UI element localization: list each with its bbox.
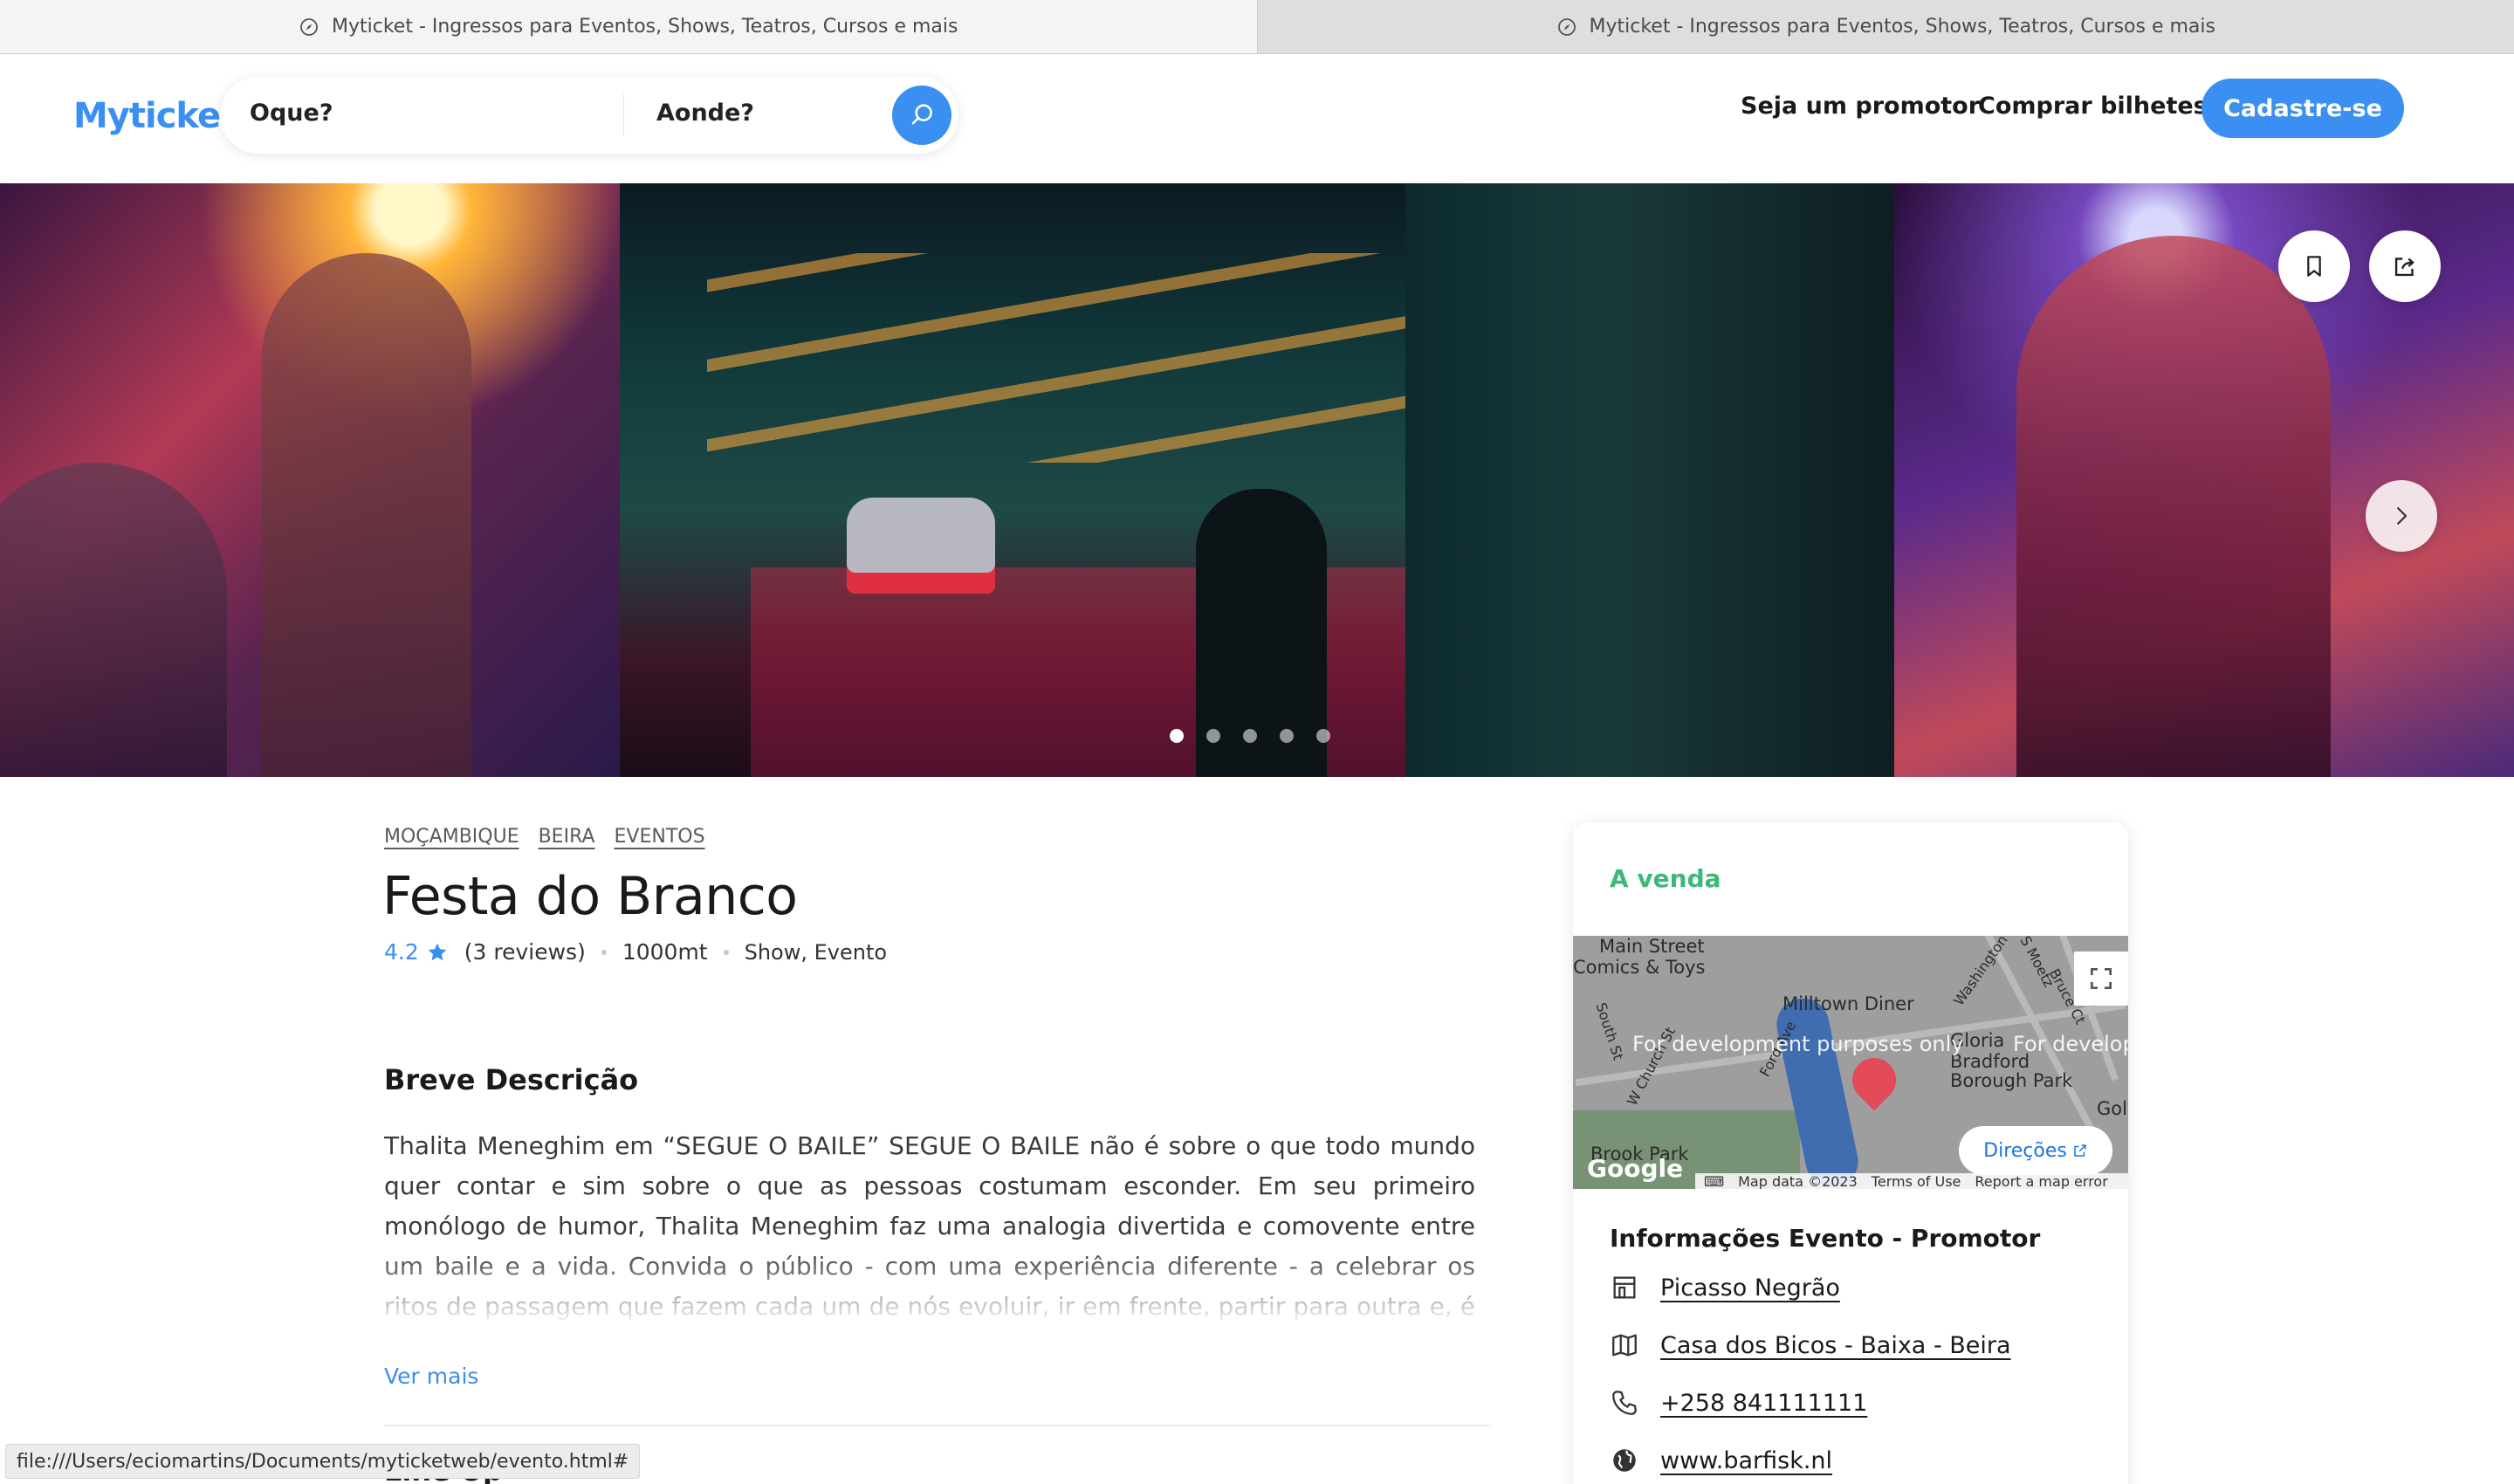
search-divider — [623, 94, 624, 136]
gallery-image-party-left — [0, 183, 620, 777]
directions-label: Direções — [1983, 1139, 2067, 1162]
map-icon — [1612, 1334, 1637, 1357]
map-label: Washington — [1950, 936, 2011, 1009]
string-lights — [707, 253, 1493, 463]
logo[interactable]: Myticket — [73, 96, 237, 136]
nav-promoter-link[interactable]: Seja um promotor — [1741, 93, 1980, 120]
event-price: 1000mt — [622, 939, 708, 965]
hero-gallery[interactable] — [0, 183, 2514, 777]
map-dev-notice: For development purposes only — [1632, 1032, 1964, 1056]
map-label: Borough Park — [1950, 1070, 2073, 1091]
shop-icon — [1613, 1276, 1636, 1299]
map-attribution: ⌨ Map data ©2023 Terms of Use Report a m… — [1695, 1173, 2128, 1189]
search-icon — [911, 104, 932, 125]
event-sidebar-card: A venda Main Street Comics & Toys Millto… — [1573, 822, 2128, 1484]
event-title: Festa do Branco — [382, 866, 798, 927]
read-more-link[interactable]: Ver mais — [384, 1364, 478, 1389]
breadcrumb-country[interactable]: MOÇAMBIQUE — [384, 826, 519, 848]
share-button[interactable] — [2369, 230, 2441, 302]
description-fade-overlay — [384, 1248, 1475, 1327]
globe-icon — [1613, 1449, 1636, 1472]
meta-separator — [723, 949, 729, 955]
breadcrumb: MOÇAMBIQUE BEIRA EVENTOS — [384, 826, 705, 848]
search-where-input[interactable]: Aonde? — [656, 100, 754, 127]
browser-tab-inactive[interactable]: Myticket - Ingressos para Eventos, Shows… — [1257, 0, 2514, 53]
gallery-dot-1[interactable] — [1170, 729, 1184, 743]
website-row: www.barfisk.nl — [1610, 1446, 1832, 1475]
breadcrumb-category[interactable]: EVENTOS — [615, 826, 705, 848]
gallery-next-button[interactable] — [2366, 480, 2437, 552]
map-label: South St — [1592, 1000, 1627, 1062]
gallery-dot-4[interactable] — [1280, 729, 1294, 743]
share-icon — [2394, 258, 2414, 277]
fullscreen-icon — [2091, 968, 2112, 989]
description-heading: Breve Descrição — [384, 1063, 639, 1096]
tab-title: Myticket - Ingressos para Eventos, Shows… — [332, 16, 958, 38]
compass-icon — [300, 17, 318, 36]
car-shape — [847, 498, 995, 594]
bookmark-button[interactable] — [2278, 230, 2350, 302]
map-label: Main Street — [1599, 936, 1705, 957]
gallery-dot-2[interactable] — [1206, 729, 1220, 743]
search-button[interactable] — [892, 86, 951, 145]
map-label: Gol — [2097, 1098, 2127, 1119]
bookmark-icon — [2307, 256, 2321, 277]
browser-status-url: file:///Users/eciomartins/Documents/myti… — [5, 1444, 641, 1479]
map-pin-icon[interactable] — [1843, 1048, 1906, 1111]
venue-row: Casa dos Bicos - Baixa - Beira — [1610, 1330, 2011, 1360]
building-wall — [1405, 183, 1894, 777]
gallery-dot-3[interactable] — [1243, 729, 1257, 743]
gallery-pagination — [1170, 729, 1330, 743]
gallery-image-street-night — [620, 183, 1894, 777]
website-link[interactable]: www.barfisk.nl — [1660, 1447, 1832, 1474]
map-directions-button[interactable]: Direções — [1959, 1126, 2112, 1175]
rating-value: 4.2 — [384, 939, 419, 965]
report-error-link[interactable]: Report a map error — [1975, 1173, 2107, 1190]
search-what-input[interactable]: Oque? — [250, 100, 333, 127]
promoter-name-link[interactable]: Picasso Negrão — [1660, 1274, 1840, 1302]
event-meta: 4.2 (3 reviews) 1000mt Show, Evento — [384, 939, 887, 965]
compass-icon — [1557, 17, 1576, 36]
event-categories: Show, Evento — [744, 939, 888, 965]
phone-icon — [1612, 1391, 1637, 1415]
phone-link[interactable]: +258 841111111 — [1660, 1390, 1867, 1417]
star-icon — [428, 943, 447, 960]
map-data-credit: Map data ©2023 — [1738, 1172, 1858, 1190]
promoter-name-row: Picasso Negrão — [1610, 1273, 1840, 1302]
phone-row: +258 841111111 — [1610, 1388, 1867, 1418]
reviews-count[interactable]: (3 reviews) — [464, 939, 586, 965]
search-bar: Oque? Aonde? — [220, 77, 958, 154]
breadcrumb-city[interactable]: BEIRA — [539, 826, 595, 848]
browser-tab-bar: Myticket - Ingressos para Eventos, Shows… — [0, 0, 2514, 54]
section-divider — [384, 1425, 1491, 1426]
dancer-silhouette — [2016, 236, 2331, 777]
google-logo: Google — [1587, 1154, 1684, 1183]
signup-button[interactable]: Cadastre-se — [2201, 79, 2404, 138]
venue-link[interactable]: Casa dos Bicos - Baixa - Beira — [1660, 1332, 2011, 1359]
keyboard-shortcuts-icon[interactable]: ⌨ — [1704, 1173, 1724, 1190]
browser-tab-active[interactable]: Myticket - Ingressos para Eventos, Shows… — [0, 0, 1258, 53]
map-label: Comics & Toys — [1573, 957, 1706, 978]
meta-separator — [601, 949, 607, 955]
map-dev-notice-repeat: For develop — [2013, 1032, 2128, 1056]
map-label: Milltown Diner — [1782, 993, 1914, 1014]
external-link-icon — [2074, 1144, 2086, 1157]
crowd-silhouette — [0, 463, 227, 777]
dancer-silhouette — [262, 253, 471, 777]
location-map[interactable]: Main Street Comics & Toys Milltown Diner… — [1573, 936, 2128, 1189]
tab-title: Myticket - Ingressos para Eventos, Shows… — [1589, 16, 2215, 38]
site-header: Myticket Oque? Aonde? Seja um promotor C… — [0, 54, 2514, 183]
gallery-dot-5[interactable] — [1316, 729, 1330, 743]
terms-link[interactable]: Terms of Use — [1872, 1173, 1961, 1190]
chevron-right-icon — [2397, 507, 2408, 525]
promoter-info-heading: Informações Evento - Promotor — [1610, 1224, 2041, 1253]
map-fullscreen-button[interactable] — [2074, 952, 2128, 1006]
nav-buy-tickets-link[interactable]: Comprar bilhetes — [1978, 93, 2208, 120]
sale-status: A venda — [1610, 864, 1721, 893]
